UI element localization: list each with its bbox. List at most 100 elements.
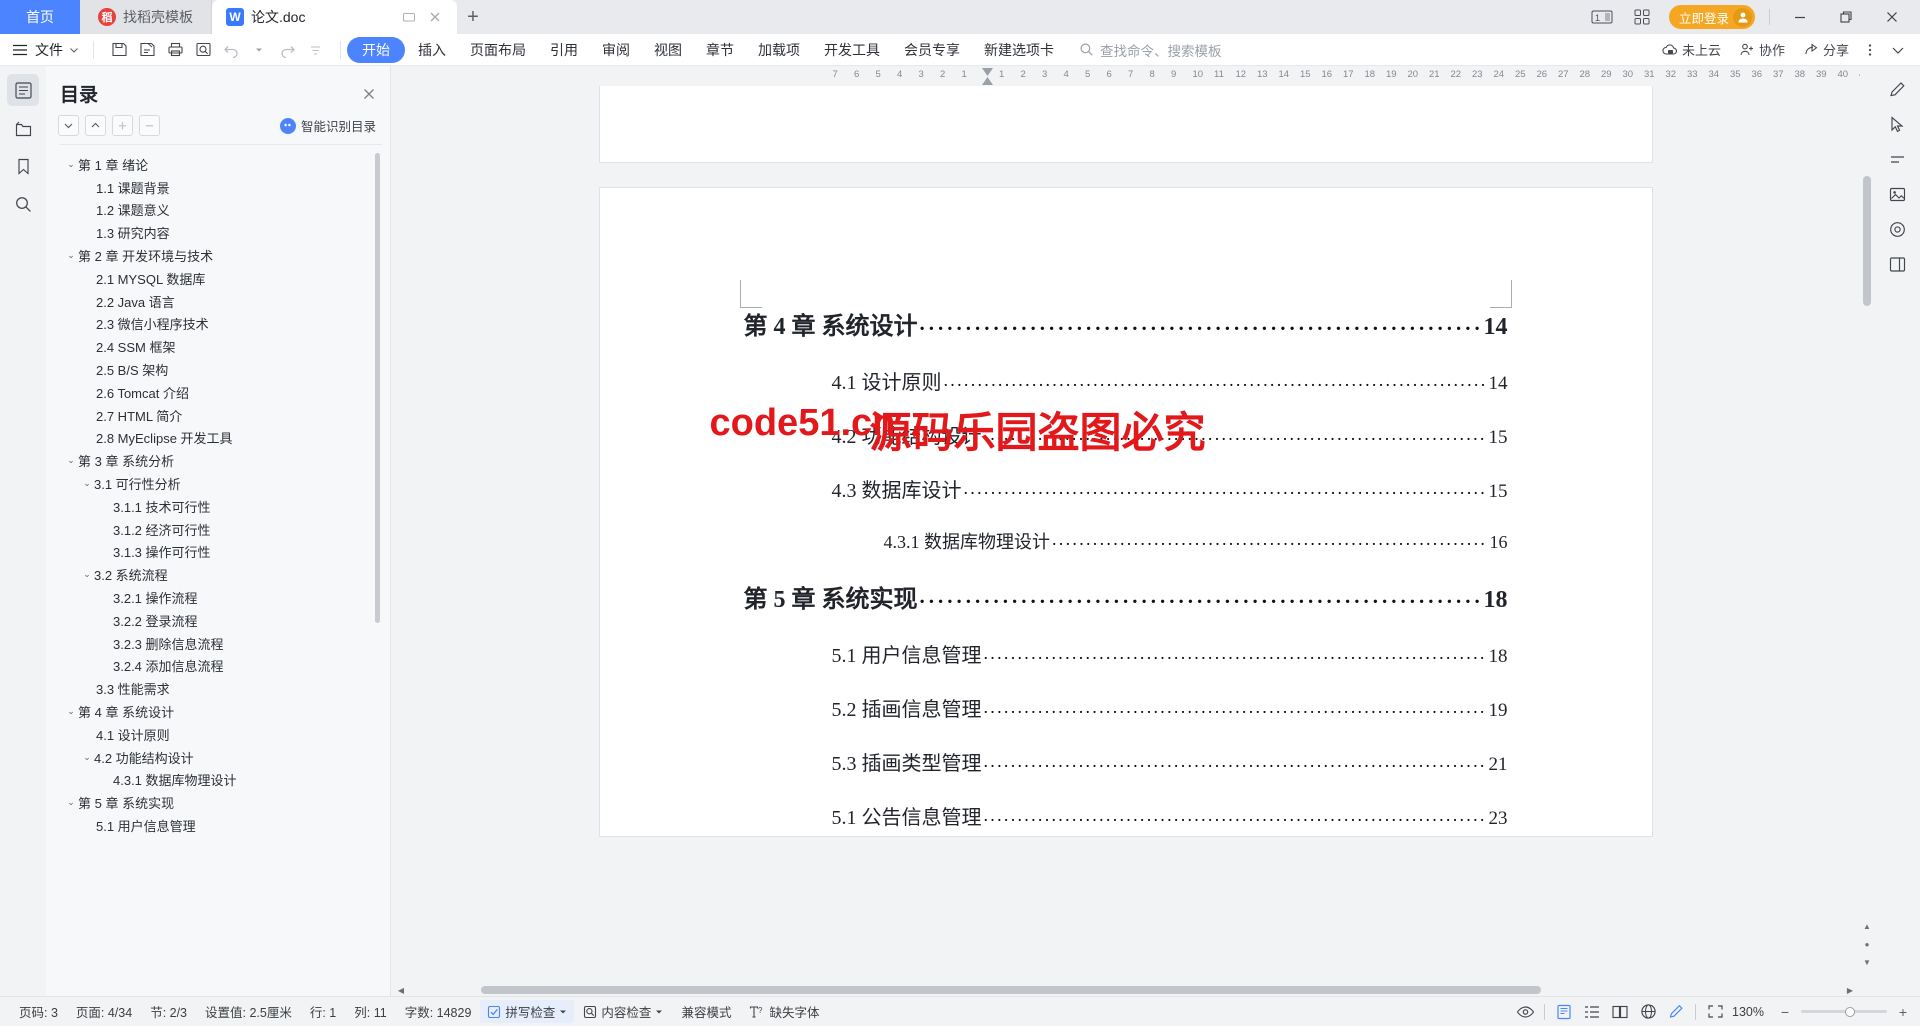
cursor-select-icon[interactable] — [1882, 111, 1912, 137]
tab-close-icon[interactable] — [427, 9, 443, 25]
image-insert-icon[interactable] — [1882, 181, 1912, 207]
collapse-ribbon-icon[interactable] — [1884, 43, 1912, 57]
zoom-slider-handle[interactable] — [1845, 1006, 1855, 1017]
view-web-icon[interactable] — [1635, 1001, 1661, 1023]
print-icon[interactable] — [162, 38, 188, 62]
outline-item-2[interactable]: 1.2 课题意义 — [60, 199, 382, 222]
toc-entry[interactable]: 4.3 数据库设计...............................… — [744, 474, 1508, 503]
outline-item-17[interactable]: 3.1.3 操作可行性 — [60, 541, 382, 564]
minus-list-icon[interactable] — [1882, 146, 1912, 172]
zoom-slider[interactable] — [1801, 1006, 1887, 1017]
status-word-count[interactable]: 字数: 14829 — [396, 1002, 481, 1021]
layout-toggle-icon[interactable]: 1 — [1585, 3, 1619, 31]
share-button[interactable]: 分享 — [1796, 40, 1856, 59]
grid-apps-icon[interactable] — [1625, 3, 1659, 31]
ribbon-tab-chapter[interactable]: 章节 — [695, 37, 745, 63]
outline-item-19[interactable]: 3.2.1 操作流程 — [60, 586, 382, 609]
zoom-out-button[interactable]: − — [1778, 1004, 1792, 1020]
toc-entry[interactable]: 4.3.1 数据库物理设计...........................… — [744, 528, 1508, 554]
save-icon[interactable] — [106, 38, 132, 62]
shapes-icon[interactable] — [1882, 216, 1912, 242]
toc-entry[interactable]: 4.2 功能结构设计..............................… — [744, 420, 1508, 449]
smart-outline-button[interactable]: 智能识别目录 — [279, 116, 376, 135]
print-preview-icon[interactable] — [190, 38, 216, 62]
status-section[interactable]: 节: 2/3 — [141, 1002, 196, 1021]
status-line[interactable]: 行: 1 — [301, 1002, 345, 1021]
toc-entry[interactable]: 5.1 用户信息管理..............................… — [744, 639, 1508, 668]
outline-item-7[interactable]: 2.3 微信小程序技术 — [60, 313, 382, 336]
bookmark-icon[interactable] — [7, 150, 39, 182]
vscroll-thumb[interactable] — [1863, 176, 1871, 306]
toc-entry[interactable]: 5.2 插画信息管理..............................… — [744, 693, 1508, 722]
view-reading-icon[interactable] — [1607, 1001, 1633, 1023]
status-page-number[interactable]: 页码: 3 — [10, 1002, 67, 1021]
ruler-indent-marker-bottom[interactable] — [982, 77, 993, 85]
horizontal-scrollbar[interactable]: ◀ ▶ — [391, 984, 1860, 996]
ribbon-tab-view[interactable]: 视图 — [643, 37, 693, 63]
outline-item-16[interactable]: 3.1.2 经济可行性 — [60, 518, 382, 541]
ribbon-tab-dev-tools[interactable]: 开发工具 — [813, 37, 891, 63]
outline-item-22[interactable]: 3.2.4 添加信息流程 — [60, 655, 382, 678]
content-check-button[interactable]: 内容检查 — [574, 1002, 672, 1021]
restore-window-button[interactable] — [1826, 2, 1866, 32]
horizontal-ruler[interactable]: 7 6 5 4 3 2 1 1 2 3 4 5 6 7 8 9 10 11 12 13 14 15 16 17 18 19 20 21… — [391, 66, 1860, 86]
search-icon[interactable] — [7, 188, 39, 220]
tab-minimize-icon[interactable] — [401, 9, 417, 25]
increase-level-icon[interactable] — [112, 115, 133, 136]
eye-focus-icon[interactable] — [1512, 1001, 1538, 1023]
outline-item-5[interactable]: 2.1 MYSQL 数据库 — [60, 267, 382, 290]
spell-check-button[interactable]: 拼写检查 — [480, 1000, 575, 1023]
outline-item-29[interactable]: 5.1 用户信息管理 — [60, 814, 382, 837]
outline-item-1[interactable]: 1.1 课题背景 — [60, 176, 382, 199]
outline-item-28[interactable]: ⌄ 第 5 章 系统实现 — [60, 791, 382, 814]
outline-item-26[interactable]: ⌄ 4.2 功能结构设计 — [60, 746, 382, 769]
zoom-level-label[interactable]: 130% — [1730, 1005, 1768, 1019]
save-as-icon[interactable] — [134, 38, 160, 62]
cloud-status-button[interactable]: 未上云 — [1655, 40, 1728, 59]
outline-item-4[interactable]: ⌄ 第 2 章 开发环境与技术 — [60, 244, 382, 267]
toc-entry[interactable]: 5.3 插画类型管理..............................… — [744, 747, 1508, 776]
vertical-scrollbar[interactable]: ▲ ● ▼ — [1860, 66, 1874, 996]
outline-item-23[interactable]: 3.3 性能需求 — [60, 677, 382, 700]
collapse-all-icon[interactable] — [85, 115, 106, 136]
status-page-count[interactable]: 页面: 4/34 — [67, 1002, 141, 1021]
login-button[interactable]: 立即登录 — [1668, 5, 1755, 29]
missing-font-button[interactable]: ? 缺失字体 — [740, 1002, 828, 1021]
outline-item-6[interactable]: 2.2 Java 语言 — [60, 290, 382, 313]
view-outline-icon[interactable] — [1579, 1001, 1605, 1023]
ribbon-tab-member[interactable]: 会员专享 — [893, 37, 971, 63]
status-margin-value[interactable]: 设置值: 2.5厘米 — [196, 1002, 301, 1021]
outline-item-24[interactable]: ⌄ 第 4 章 系统设计 — [60, 700, 382, 723]
close-window-button[interactable] — [1872, 2, 1912, 32]
toc-entry[interactable]: 5.1 公告信息管理..............................… — [744, 801, 1508, 830]
outline-item-8[interactable]: 2.4 SSM 框架 — [60, 335, 382, 358]
undo-icon[interactable] — [218, 38, 244, 62]
toc-entry[interactable]: 第 4 章 系统设计..............................… — [744, 306, 1508, 341]
ribbon-tab-references[interactable]: 引用 — [539, 37, 589, 63]
outline-item-12[interactable]: 2.8 MyEclipse 开发工具 — [60, 427, 382, 450]
outline-item-13[interactable]: ⌄ 第 3 章 系统分析 — [60, 449, 382, 472]
pen-edit-icon[interactable] — [1882, 76, 1912, 102]
command-search[interactable]: 查找命令、搜索模板 — [1079, 40, 1222, 60]
hscroll-thumb[interactable] — [481, 986, 1541, 994]
prev-page-arrow[interactable]: ▲ — [1862, 920, 1872, 932]
fullscreen-icon[interactable] — [1702, 1001, 1728, 1023]
page-current[interactable]: 第 4 章 系统设计..............................… — [599, 188, 1652, 836]
outline-item-10[interactable]: 2.6 Tomcat 介绍 — [60, 381, 382, 404]
outline-item-3[interactable]: 1.3 研究内容 — [60, 221, 382, 244]
view-edit-icon[interactable] — [1663, 1001, 1689, 1023]
minimize-window-button[interactable] — [1780, 2, 1820, 32]
toc-entry[interactable]: 第 5 章 系统实现..............................… — [744, 579, 1508, 614]
scroll-left-arrow[interactable]: ◀ — [395, 986, 407, 995]
outline-item-27[interactable]: 4.3.1 数据库物理设计 — [60, 769, 382, 792]
outline-item-11[interactable]: 2.7 HTML 简介 — [60, 404, 382, 427]
ribbon-tab-start[interactable]: 开始 — [347, 36, 405, 63]
compat-mode-label[interactable]: 兼容模式 — [672, 1002, 740, 1021]
decrease-level-icon[interactable] — [139, 115, 160, 136]
tab-docer-template[interactable]: 稻 找稻壳模板 — [80, 0, 212, 34]
collaborate-button[interactable]: 协作 — [1732, 40, 1792, 59]
file-menu-button[interactable]: 文件 — [8, 40, 87, 60]
outline-item-25[interactable]: 4.1 设计原则 — [60, 723, 382, 746]
outline-item-9[interactable]: 2.5 B/S 架构 — [60, 358, 382, 381]
new-tab-button[interactable]: + — [457, 0, 489, 34]
